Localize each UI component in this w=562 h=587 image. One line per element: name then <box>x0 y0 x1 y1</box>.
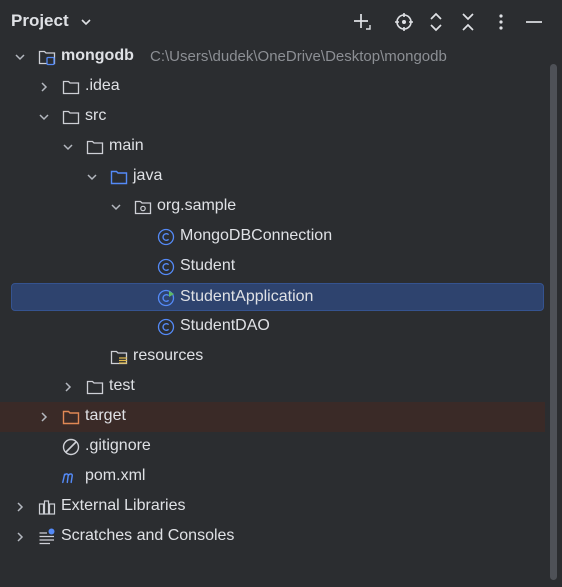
tree-item-idea[interactable]: .idea <box>0 72 545 102</box>
ignored-file-icon <box>62 438 80 456</box>
tree-item-label: target <box>85 407 126 424</box>
folder-icon <box>62 80 80 95</box>
tree-item-student[interactable]: Student <box>0 252 545 282</box>
java-class-icon <box>157 228 175 246</box>
tree-item-java[interactable]: java <box>0 162 545 192</box>
tree-item-label: main <box>109 137 144 154</box>
folder-icon <box>86 140 104 155</box>
tree-item-label: Student <box>180 257 236 274</box>
tree-item-src[interactable]: src <box>0 102 545 132</box>
tree-item-label: src <box>85 107 107 124</box>
chevron-right-icon[interactable] <box>14 531 26 543</box>
java-runnable-class-icon <box>157 289 175 307</box>
tree-item-label: StudentDAO <box>180 317 270 334</box>
tree-item-studentapplication[interactable]: StudentApplication <box>11 283 544 311</box>
resources-folder-icon <box>110 350 128 365</box>
chevron-down-icon[interactable] <box>38 111 50 123</box>
maven-icon <box>62 473 73 484</box>
tree-item-label: org.sample <box>157 197 237 214</box>
more-vertical-icon[interactable] <box>491 12 511 32</box>
module-folder-icon <box>38 50 56 66</box>
java-class-icon <box>157 318 175 336</box>
excluded-folder-icon <box>62 410 80 425</box>
tree-item-label: pom.xml <box>85 467 146 484</box>
chevron-right-icon[interactable] <box>62 381 74 393</box>
folder-icon <box>86 380 104 395</box>
tree-item-resources[interactable]: resources <box>0 342 545 372</box>
project-panel-header: Project <box>0 0 562 42</box>
minimize-icon[interactable] <box>524 12 544 32</box>
package-icon <box>134 200 152 215</box>
java-class-icon <box>157 258 175 276</box>
folder-icon <box>62 110 80 125</box>
scratches-icon <box>39 528 55 545</box>
chevron-down-icon[interactable] <box>62 141 74 153</box>
panel-title[interactable]: Project <box>11 11 69 31</box>
chevron-right-icon[interactable] <box>38 81 50 93</box>
tree-item-label: test <box>109 377 135 394</box>
chevron-right-icon[interactable] <box>14 501 26 513</box>
chevron-down-icon[interactable] <box>14 51 26 63</box>
tree-item-mongodbconnection[interactable]: MongoDBConnection <box>0 222 545 252</box>
tree-item-studentdao[interactable]: StudentDAO <box>0 312 545 342</box>
tree-item-gitignore[interactable]: .gitignore <box>0 432 545 462</box>
collapse-all-icon[interactable] <box>458 12 478 32</box>
tree-item-mongodb[interactable]: mongodb C:\Users\dudek\OneDrive\Desktop\… <box>0 42 545 72</box>
chevron-right-icon[interactable] <box>38 411 50 423</box>
chevron-down-icon[interactable] <box>80 16 92 28</box>
tree-item-label: StudentApplication <box>180 288 314 305</box>
tree-item-label: .idea <box>85 77 120 94</box>
tree-item-label: .gitignore <box>85 437 151 454</box>
tree-item-target[interactable]: target <box>0 402 545 432</box>
locate-icon[interactable] <box>394 12 414 32</box>
tree-item-label: External Libraries <box>61 497 186 514</box>
plus-icon[interactable] <box>352 12 372 32</box>
tree-item-external-libraries[interactable]: External Libraries <box>0 492 545 522</box>
tree-item-pom-xml[interactable]: pom.xml <box>0 462 545 492</box>
chevron-down-icon[interactable] <box>86 171 98 183</box>
tree-item-main[interactable]: main <box>0 132 545 162</box>
tree-item-label: java <box>133 167 163 184</box>
libraries-icon <box>38 500 56 515</box>
tree-item-label: resources <box>133 347 204 364</box>
vertical-scrollbar[interactable] <box>550 64 557 580</box>
chevron-down-icon[interactable] <box>110 201 122 213</box>
module-path: C:\Users\dudek\OneDrive\Desktop\mongodb <box>150 48 447 65</box>
tree-item-org-sample[interactable]: org.sample <box>0 192 545 222</box>
tree-item-label: Scratches and Consoles <box>61 527 235 544</box>
expand-all-icon[interactable] <box>426 12 446 32</box>
tree-item-scratches-and-consoles[interactable]: Scratches and Consoles <box>0 522 545 552</box>
tree-item-label: mongodb <box>61 47 134 64</box>
tree-item-label: MongoDBConnection <box>180 227 333 244</box>
tree-item-test[interactable]: test <box>0 372 545 402</box>
source-folder-icon <box>110 170 128 185</box>
